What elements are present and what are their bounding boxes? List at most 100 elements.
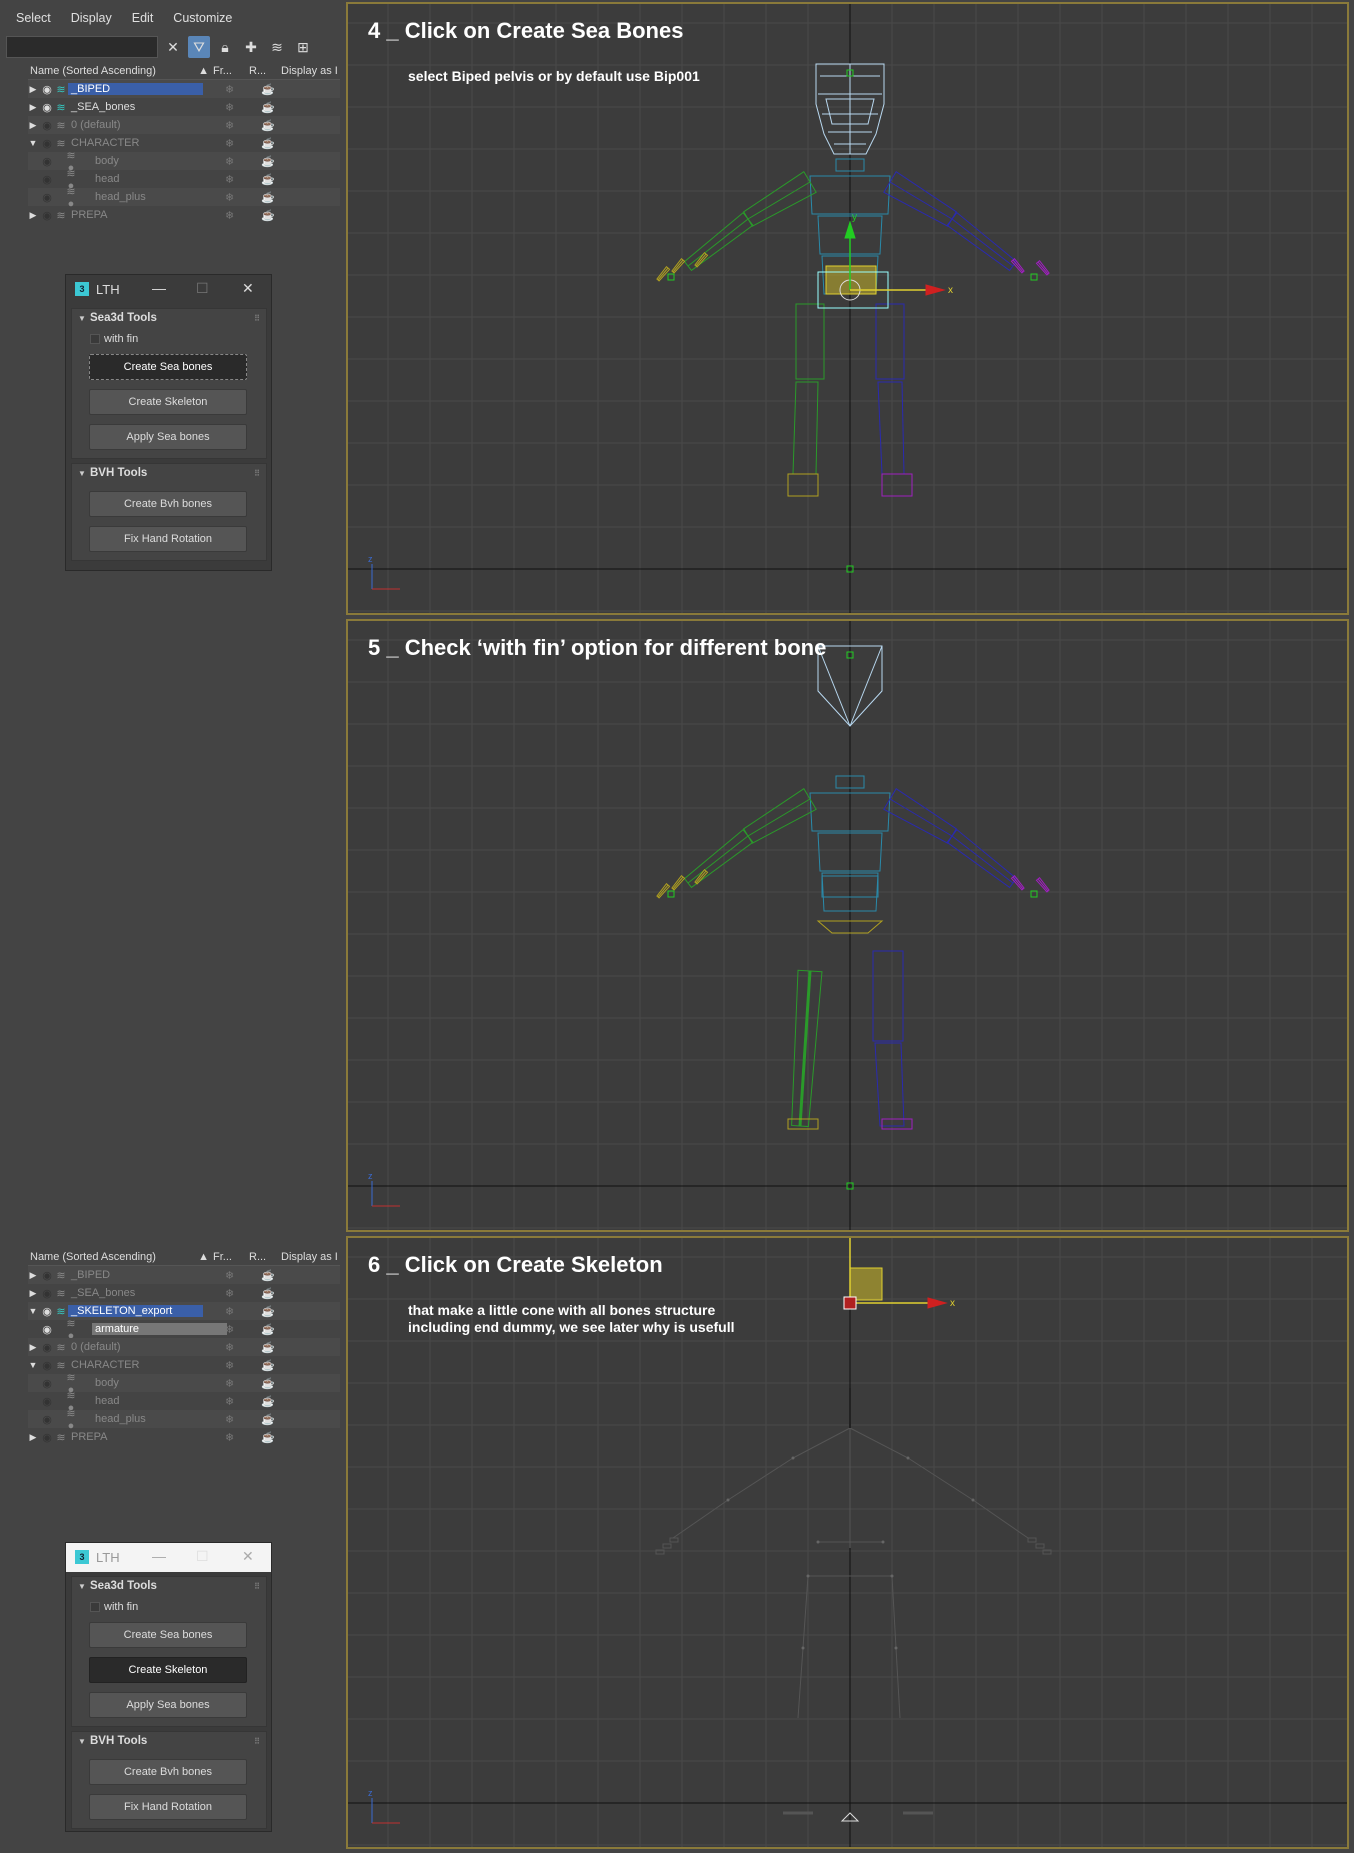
viewport-5[interactable]: z 5 _ Check ‘with fin’ option for differ… bbox=[346, 619, 1349, 1232]
visibility-eye-icon[interactable]: ◉ bbox=[40, 1395, 54, 1408]
maximize-icon[interactable]: ☐ bbox=[196, 1548, 209, 1565]
expand-arrow-icon[interactable]: ▶ bbox=[28, 102, 38, 113]
apply-sea-bones-button[interactable]: Apply Sea bones bbox=[89, 1692, 247, 1718]
visibility-eye-icon[interactable]: ◉ bbox=[40, 1431, 54, 1444]
with-fin-checkbox[interactable]: with fin bbox=[90, 333, 266, 345]
scene-row[interactable]: ▶ ◉ ≋ 0 (default) ❄ ☕ bbox=[28, 1338, 340, 1356]
scene-row[interactable]: ▶ ◉ ≋ _BIPED ❄ ☕ bbox=[28, 80, 340, 98]
menu-edit[interactable]: Edit bbox=[124, 6, 162, 34]
freeze-icon[interactable]: ❄ bbox=[225, 209, 234, 222]
minimize-icon[interactable]: — bbox=[152, 1548, 166, 1564]
visibility-eye-icon[interactable]: ◉ bbox=[40, 1269, 54, 1282]
layer-icon[interactable]: ≋ bbox=[54, 1269, 68, 1282]
render-teapot-icon[interactable]: ☕ bbox=[261, 155, 275, 168]
column-name[interactable]: Name (Sorted Ascending) ▲ bbox=[28, 65, 213, 77]
viewport-4[interactable]: z y x 4 _ Click on Create Sea Bones select… bbox=[346, 2, 1349, 615]
layer-icon[interactable]: ≋ bbox=[54, 209, 68, 222]
render-teapot-icon[interactable]: ☕ bbox=[261, 1269, 275, 1282]
scene-search-input[interactable] bbox=[6, 36, 158, 58]
expand-arrow-icon[interactable]: ▶ bbox=[28, 1432, 38, 1443]
column-display[interactable]: Display as I bbox=[281, 1251, 340, 1263]
visibility-eye-icon[interactable]: ◉ bbox=[40, 209, 54, 222]
visibility-eye-icon[interactable]: ◉ bbox=[40, 83, 54, 96]
scene-row[interactable]: ▶ ◉ ≋ _SEA_bones ❄ ☕ bbox=[28, 1284, 340, 1302]
layer-icon[interactable]: ≋ bbox=[54, 1341, 68, 1354]
create-bvh-bones-button[interactable]: Create Bvh bones bbox=[89, 491, 247, 517]
create-sea-bones-button[interactable]: Create Sea bones bbox=[89, 1622, 247, 1648]
sea3d-tools-header[interactable]: ▼ Sea3d Tools ⠿ bbox=[72, 309, 266, 327]
viewport-canvas[interactable]: z y x bbox=[348, 4, 1349, 615]
expand-arrow-icon[interactable]: ▼ bbox=[28, 1360, 38, 1370]
visibility-eye-icon[interactable]: ◉ bbox=[40, 191, 54, 204]
freeze-icon[interactable]: ❄ bbox=[225, 83, 234, 96]
render-teapot-icon[interactable]: ☕ bbox=[261, 1323, 275, 1336]
render-teapot-icon[interactable]: ☕ bbox=[261, 101, 275, 114]
render-teapot-icon[interactable]: ☕ bbox=[261, 209, 275, 222]
freeze-icon[interactable]: ❄ bbox=[225, 1413, 234, 1426]
lth-titlebar[interactable]: 3 LTH — ☐ ✕ bbox=[66, 275, 271, 304]
lock-icon[interactable]: 🔒︎ bbox=[214, 36, 236, 58]
column-freeze[interactable]: Fr... bbox=[213, 1251, 249, 1263]
maximize-icon[interactable]: ☐ bbox=[196, 280, 209, 297]
expand-arrow-icon[interactable]: ▶ bbox=[28, 120, 38, 131]
freeze-icon[interactable]: ❄ bbox=[225, 1269, 234, 1282]
scene-row[interactable]: ▶ ◉ ≋ PREPA ❄ ☕ bbox=[28, 1428, 340, 1446]
visibility-eye-icon[interactable]: ◉ bbox=[40, 1359, 54, 1372]
bvh-tools-header[interactable]: ▼ BVH Tools ⠿ bbox=[72, 1732, 266, 1750]
expand-arrow-icon[interactable]: ▶ bbox=[28, 84, 38, 95]
menu-customize[interactable]: Customize bbox=[165, 6, 240, 34]
column-freeze[interactable]: Fr... bbox=[213, 65, 249, 77]
apply-sea-bones-button[interactable]: Apply Sea bones bbox=[89, 424, 247, 450]
render-teapot-icon[interactable]: ☕ bbox=[261, 83, 275, 96]
visibility-eye-icon[interactable]: ◉ bbox=[40, 1377, 54, 1390]
column-display[interactable]: Display as I bbox=[281, 65, 340, 77]
scene-row[interactable]: ▶ ◉ ≋ _BIPED ❄ ☕ bbox=[28, 1266, 340, 1284]
visibility-eye-icon[interactable]: ◉ bbox=[40, 1413, 54, 1426]
lth-titlebar[interactable]: 3 LTH — ☐ ✕ bbox=[66, 1543, 271, 1572]
column-render[interactable]: R... bbox=[249, 1251, 281, 1263]
visibility-eye-icon[interactable]: ◉ bbox=[40, 173, 54, 186]
visibility-eye-icon[interactable]: ◉ bbox=[40, 119, 54, 132]
layer-icon[interactable]: ≋ bbox=[54, 83, 68, 96]
clear-search-icon[interactable]: ✕ bbox=[162, 36, 184, 58]
expand-arrow-icon[interactable]: ▼ bbox=[28, 1306, 38, 1316]
freeze-icon[interactable]: ❄ bbox=[225, 191, 234, 204]
visibility-eye-icon[interactable]: ◉ bbox=[40, 155, 54, 168]
expand-arrow-icon[interactable]: ▶ bbox=[28, 1288, 38, 1299]
render-teapot-icon[interactable]: ☕ bbox=[261, 1341, 275, 1354]
visibility-eye-icon[interactable]: ◉ bbox=[40, 1323, 54, 1336]
layers-icon[interactable]: ≋ bbox=[266, 36, 288, 58]
viewport-6[interactable]: z x 6 _ Click on Create Skeleton that mak… bbox=[346, 1236, 1349, 1849]
render-teapot-icon[interactable]: ☕ bbox=[261, 1395, 275, 1408]
visibility-eye-icon[interactable]: ◉ bbox=[40, 137, 54, 150]
freeze-icon[interactable]: ❄ bbox=[225, 1377, 234, 1390]
menu-display[interactable]: Display bbox=[63, 6, 120, 34]
filter-icon[interactable]: ⛛ bbox=[188, 36, 210, 58]
create-bvh-bones-button[interactable]: Create Bvh bones bbox=[89, 1759, 247, 1785]
render-teapot-icon[interactable]: ☕ bbox=[261, 1287, 275, 1300]
visibility-eye-icon[interactable]: ◉ bbox=[40, 101, 54, 114]
visibility-eye-icon[interactable]: ◉ bbox=[40, 1341, 54, 1354]
freeze-icon[interactable]: ❄ bbox=[225, 1431, 234, 1444]
render-teapot-icon[interactable]: ☕ bbox=[261, 137, 275, 150]
minimize-icon[interactable]: — bbox=[152, 280, 166, 296]
with-fin-checkbox[interactable]: with fin bbox=[90, 1601, 266, 1613]
visibility-eye-icon[interactable]: ◉ bbox=[40, 1305, 54, 1318]
render-teapot-icon[interactable]: ☕ bbox=[261, 1413, 275, 1426]
render-teapot-icon[interactable]: ☕ bbox=[261, 1377, 275, 1390]
scene-row[interactable]: ▶ ◉ ≋ _SEA_bones ❄ ☕ bbox=[28, 98, 340, 116]
scene-row[interactable]: ◉ ≋ ● armature ❄ ☕ bbox=[28, 1318, 340, 1342]
close-icon[interactable]: ✕ bbox=[242, 1548, 254, 1565]
freeze-icon[interactable]: ❄ bbox=[225, 1341, 234, 1354]
expand-arrow-icon[interactable]: ▶ bbox=[28, 1342, 38, 1353]
freeze-icon[interactable]: ❄ bbox=[225, 1287, 234, 1300]
column-name[interactable]: Name (Sorted Ascending) ▲ bbox=[28, 1251, 213, 1263]
layer-icon[interactable]: ≋ bbox=[54, 119, 68, 132]
new-layer-icon[interactable]: ✚ bbox=[240, 36, 262, 58]
freeze-icon[interactable]: ❄ bbox=[225, 155, 234, 168]
scene-row[interactable]: ◉ ≋ ● head_plus ❄ ☕ bbox=[28, 186, 340, 210]
sea3d-tools-header[interactable]: ▼ Sea3d Tools ⠿ bbox=[72, 1577, 266, 1595]
freeze-icon[interactable]: ❄ bbox=[225, 137, 234, 150]
create-skeleton-button[interactable]: Create Skeleton bbox=[89, 1657, 247, 1683]
close-icon[interactable]: ✕ bbox=[242, 280, 254, 297]
